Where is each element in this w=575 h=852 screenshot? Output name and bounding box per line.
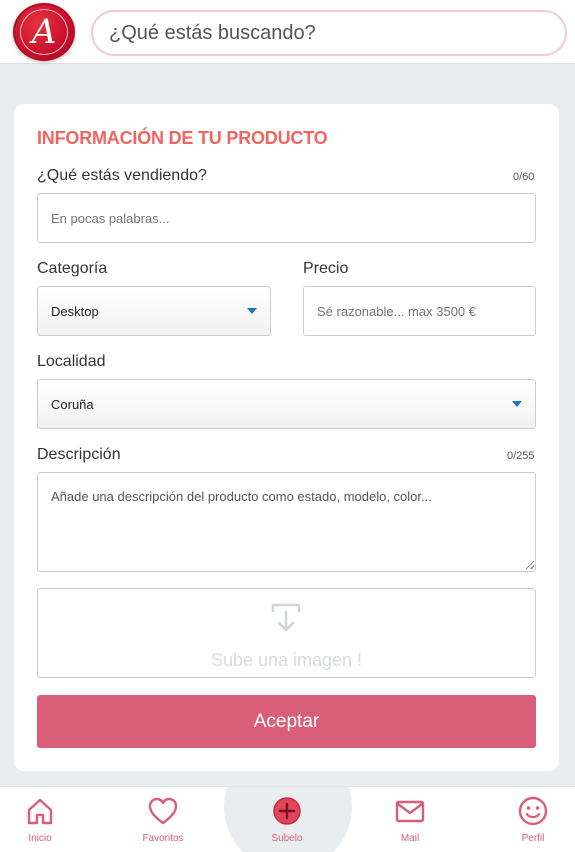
bottom-navigation: Inicio Favoritos Subelo Mail Perfil [0, 786, 575, 852]
image-upload-area[interactable]: Sube una imagen ! [37, 588, 536, 678]
location-label: Localidad [37, 353, 106, 370]
price-label: Precio [303, 260, 349, 277]
chevron-down-icon [512, 401, 522, 407]
description-label: Descripción [37, 446, 121, 463]
product-form-card: INFORMACIÓN DE TU PRODUCTO ¿Qué estás ve… [14, 104, 559, 771]
nav-item-perfil[interactable]: Perfil [493, 787, 573, 852]
heart-icon [148, 797, 178, 825]
description-counter: 0/255 [507, 450, 535, 462]
nav-label: Subelo [271, 833, 303, 844]
nav-item-subelo[interactable]: Subelo [247, 787, 327, 852]
nav-label: Mail [400, 833, 420, 844]
nav-label: Inicio [28, 833, 52, 844]
selling-input[interactable] [37, 193, 536, 243]
mail-icon [395, 800, 425, 823]
category-select[interactable]: Desktop [37, 286, 271, 336]
resize-handle[interactable] [526, 561, 534, 569]
location-selected-value: Coruña [51, 396, 94, 412]
nav-label: Perfil [521, 833, 545, 844]
upload-icon [271, 603, 301, 632]
home-icon [27, 798, 53, 825]
chevron-down-icon [247, 308, 257, 314]
category-selected-value: Desktop [51, 303, 99, 319]
app-logo[interactable]: A [13, 3, 75, 61]
logo-letter: A [20, 9, 68, 55]
description-textarea[interactable] [37, 472, 536, 572]
nav-item-favoritos[interactable]: Favoritos [123, 787, 203, 852]
nav-item-mail[interactable]: Mail [370, 787, 450, 852]
location-select[interactable]: Coruña [37, 379, 536, 429]
nav-label: Favoritos [142, 833, 184, 844]
top-header: A [0, 0, 575, 64]
price-input[interactable] [303, 286, 536, 336]
smiley-icon [518, 796, 548, 826]
add-circle-icon [273, 797, 301, 825]
accept-button[interactable]: Aceptar [37, 695, 536, 748]
upload-label: Sube una imagen ! [210, 650, 363, 670]
nav-item-inicio[interactable]: Inicio [0, 787, 80, 852]
form-title: INFORMACIÓN DE TU PRODUCTO [37, 128, 328, 148]
selling-counter: 0/60 [513, 171, 535, 183]
category-label: Categoría [37, 260, 108, 277]
selling-label: ¿Qué estás vendiendo? [37, 167, 207, 184]
search-input[interactable] [91, 10, 567, 56]
